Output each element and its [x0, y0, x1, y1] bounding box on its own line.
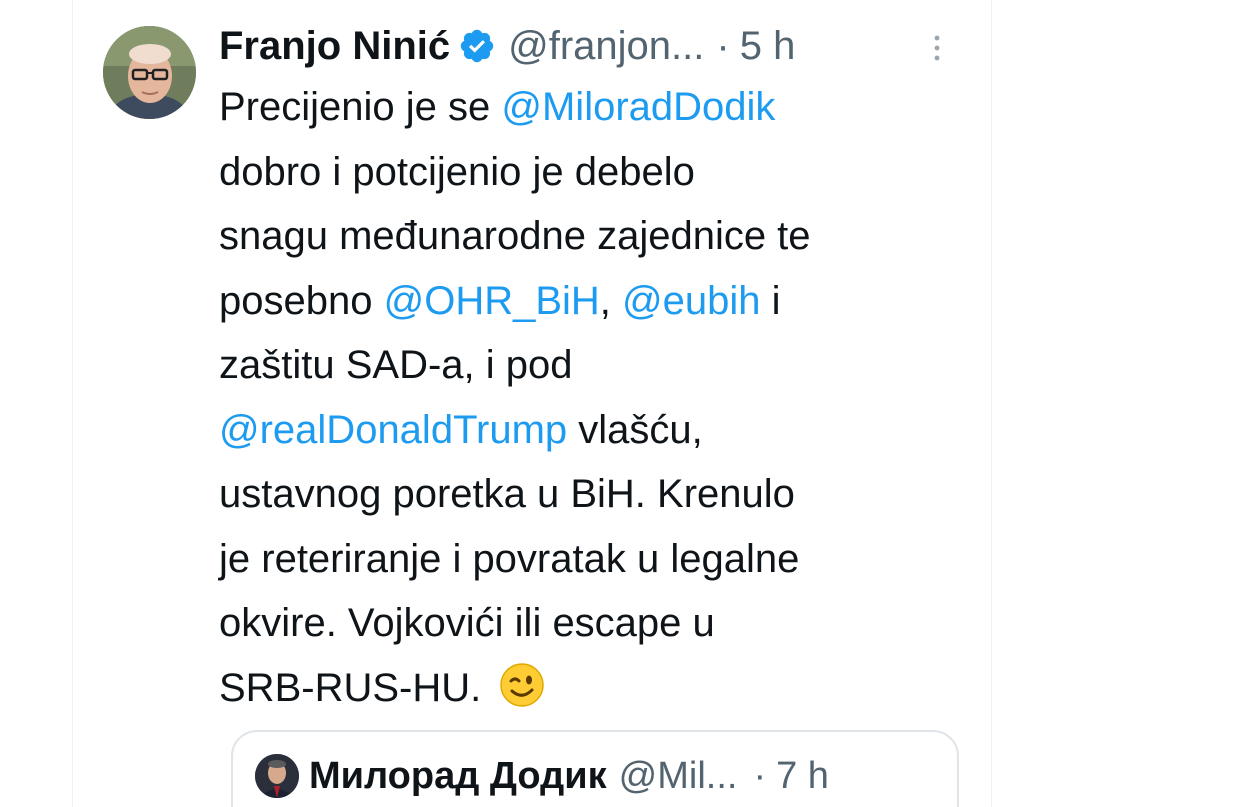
tweet-text-segment: zaštitu SAD-a, i pod: [219, 343, 573, 387]
tweet-text-segment: snagu međunarodne zajednice te: [219, 214, 811, 258]
mention-link[interactable]: @OHR_BiH: [384, 279, 600, 323]
tweet-text-segment: je reteriranje i povratak u legalne: [219, 536, 800, 581]
verified-badge-icon: [458, 27, 496, 65]
tweet-text-segment: Precijenio je se: [219, 85, 502, 129]
tweet-text-line: SRB-RUS-HU.: [219, 656, 979, 721]
author-handle[interactable]: @franjon...: [508, 24, 704, 69]
tweet-text-line: snagu međunarodne zajednice te: [219, 204, 979, 269]
tweet-text-segment: okvire. Vojkovići ili escape u: [219, 601, 715, 645]
quoted-tweet-timestamp[interactable]: 7 h: [776, 755, 829, 798]
tweet-text-line: okvire. Vojkovići ili escape u: [219, 591, 979, 656]
quoted-author-name[interactable]: Милорад Додик: [309, 755, 607, 798]
tweet-text-segment: posebno: [219, 278, 384, 323]
tweet-header: Franjo Ninić @franjon... · 5 h: [219, 18, 795, 74]
tweet-text-line: ustavnog poretka u BiH. Krenulo: [219, 462, 979, 527]
tweet-text: Precijenio je se @MiloradDodik dobro i po…: [219, 75, 979, 720]
header-separator: ·: [716, 23, 730, 68]
tweet-text-line: posebno @OHR_BiH, @eubih i: [219, 269, 979, 334]
quoted-author-avatar[interactable]: [255, 754, 299, 798]
tweet-text-line: @realDonaldTrump vlašću,: [219, 398, 979, 463]
quoted-author-handle[interactable]: @Mil...: [619, 755, 738, 798]
tweet-text-segment: dobro i potcijenio je debelo: [219, 149, 695, 194]
tweet-text-segment: SRB-RUS-HU.: [219, 665, 493, 710]
tweet-text-line: zaštitu SAD-a, i pod: [219, 333, 979, 398]
tweet-text-segment: ustavnog poretka u BiH. Krenulo: [219, 472, 795, 516]
winking-face-icon: [498, 661, 546, 709]
mention-link[interactable]: @realDonaldTrump: [219, 408, 567, 452]
tweet-text-line: dobro i potcijenio je debelo: [219, 140, 979, 205]
tweet-text-segment: i: [760, 278, 781, 323]
tweet-text-segment: ,: [599, 278, 623, 323]
quoted-tweet-header: Милорад Додик @Mil... · 7 h: [255, 748, 829, 804]
more-options-icon[interactable]: [931, 30, 943, 66]
author-avatar[interactable]: [103, 26, 196, 119]
tweet-text-line: je reteriranje i povratak u legalne: [219, 527, 979, 592]
quoted-tweet-card[interactable]: Милорад Додик @Mil... · 7 h: [231, 730, 959, 807]
page: Franjo Ninić @franjon... · 5 h Precijeni…: [0, 0, 1235, 807]
author-name[interactable]: Franjo Ninić: [219, 24, 450, 69]
tweet-card[interactable]: Franjo Ninić @franjon... · 5 h Precijeni…: [72, 0, 992, 807]
mention-link[interactable]: @eubih: [622, 279, 760, 323]
tweet-text-segment: vlašću,: [567, 407, 703, 452]
quoted-header-separator: ·: [753, 754, 767, 797]
mention-link[interactable]: @MiloradDodik: [501, 85, 775, 129]
tweet-text-line: Precijenio je se @MiloradDodik: [219, 75, 979, 140]
tweet-timestamp[interactable]: 5 h: [740, 24, 796, 69]
